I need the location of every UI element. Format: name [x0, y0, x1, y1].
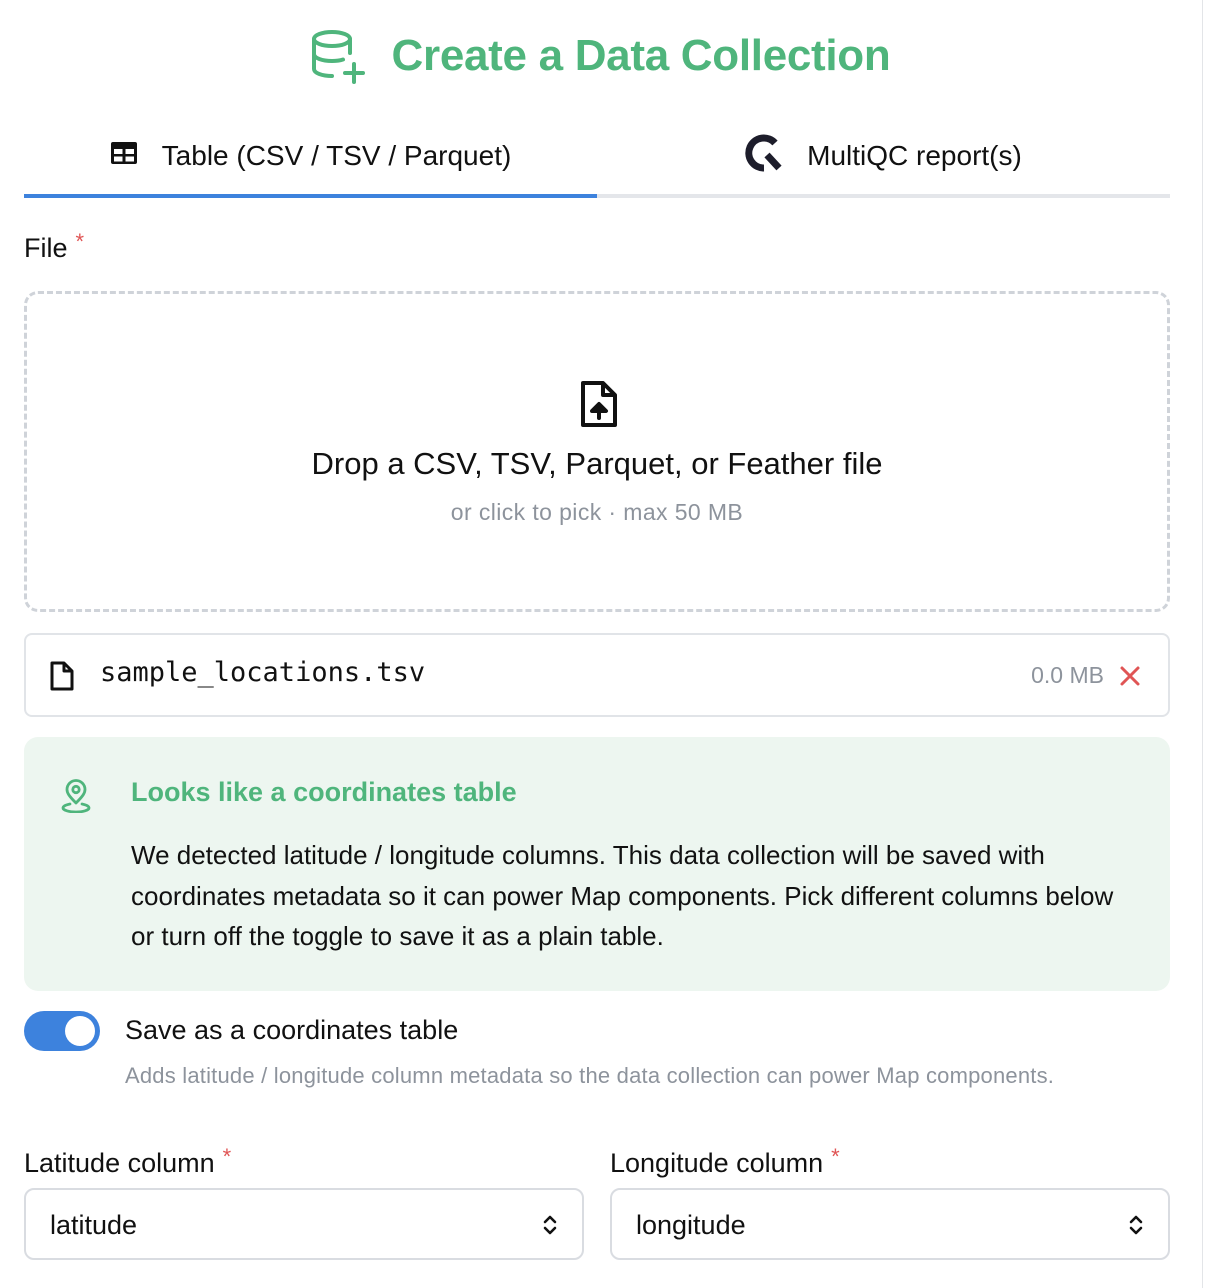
file-icon	[50, 661, 74, 696]
scrollbar-track[interactable]	[1202, 0, 1214, 1288]
required-mark: *	[831, 1144, 840, 1169]
table-icon	[110, 140, 138, 172]
latitude-select-value: latitude	[50, 1210, 138, 1240]
toggle-description: Adds latitude / longitude column metadat…	[125, 1063, 1055, 1088]
longitude-label-text: Longitude column	[610, 1148, 824, 1178]
dropzone-subtitle: or click to pick · max 50 MB	[450, 499, 744, 525]
remove-file-button[interactable]	[1118, 664, 1142, 688]
file-label-text: File	[24, 233, 68, 263]
selected-file-row: sample_locations.tsv 0.0 MB	[24, 633, 1170, 717]
file-upload-icon	[580, 380, 618, 433]
longitude-field-label: Longitude column *	[610, 1144, 840, 1179]
page-header: Create a Data Collection	[0, 26, 1200, 86]
selected-file-size: 0.0 MB	[1031, 662, 1104, 688]
tab-multiqc[interactable]: MultiQC report(s)	[597, 118, 1170, 194]
close-icon	[1120, 666, 1140, 686]
latitude-label-text: Latitude column	[24, 1148, 215, 1178]
coordinates-detected-alert: Looks like a coordinates table We detect…	[24, 737, 1170, 991]
alert-body: We detected latitude / longitude columns…	[131, 840, 1114, 951]
dropzone-title: Drop a CSV, TSV, Parquet, or Feather fil…	[311, 446, 883, 481]
page-title: Create a Data Collection	[391, 31, 891, 80]
tab-table-label: Table (CSV / TSV / Parquet)	[161, 140, 512, 171]
file-field-label: File *	[24, 229, 84, 264]
toggle-label: Save as a coordinates table	[125, 1015, 459, 1045]
active-tab-indicator	[24, 194, 597, 198]
chevron-up-down-icon	[1128, 1213, 1144, 1242]
required-mark: *	[75, 229, 85, 254]
tab-table[interactable]: Table (CSV / TSV / Parquet)	[24, 118, 597, 198]
upload-type-tabs: Table (CSV / TSV / Parquet) MultiQC repo…	[24, 118, 1170, 198]
longitude-select-value: longitude	[636, 1210, 746, 1240]
selected-file-name: sample_locations.tsv	[100, 657, 426, 688]
required-mark: *	[222, 1144, 232, 1169]
file-dropzone[interactable]: Drop a CSV, TSV, Parquet, or Feather fil…	[24, 291, 1170, 612]
latitude-field-label: Latitude column *	[24, 1144, 231, 1179]
multiqc-logo-icon	[745, 134, 783, 179]
toggle-knob	[65, 1016, 95, 1046]
coordinates-toggle[interactable]	[24, 1011, 100, 1051]
latitude-select[interactable]: latitude	[24, 1188, 584, 1260]
database-plus-icon	[310, 28, 366, 84]
tab-multiqc-label: MultiQC report(s)	[807, 140, 1022, 171]
chevron-up-down-icon	[542, 1213, 558, 1242]
longitude-select[interactable]: longitude	[610, 1188, 1170, 1260]
map-pin-icon	[61, 779, 91, 818]
alert-title: Looks like a coordinates table	[131, 777, 517, 807]
